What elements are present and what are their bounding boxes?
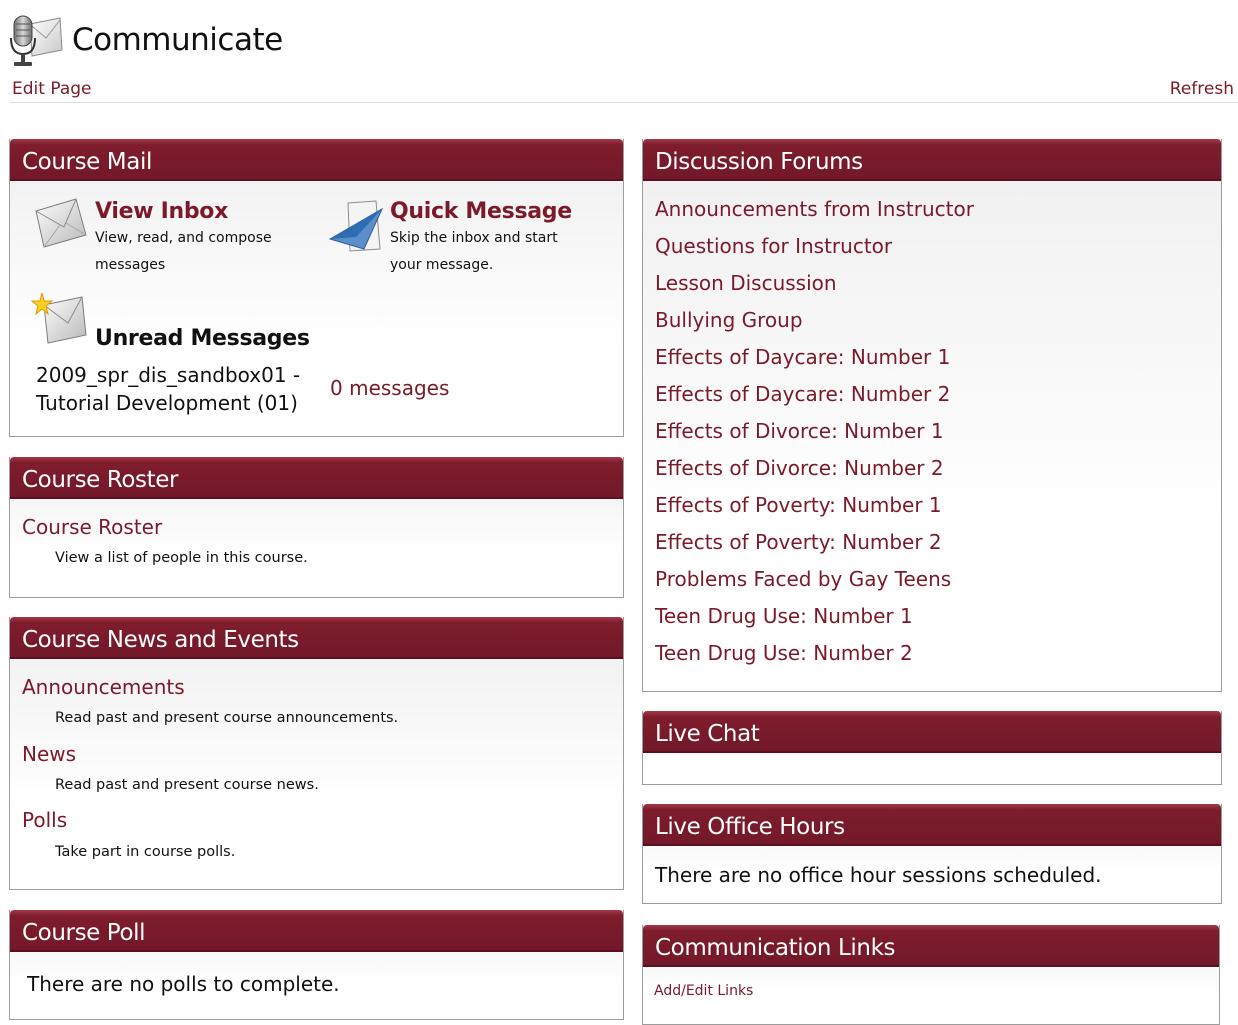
forum-link[interactable]: Effects of Daycare: Number 2 — [655, 382, 950, 406]
forum-link[interactable]: Questions for Instructor — [655, 234, 892, 258]
news-desc: Read past and present course news. — [55, 777, 319, 793]
course-mail-panel: Course Mail View Inbox View, read, and c… — [9, 139, 624, 437]
forum-link[interactable]: Lesson Discussion — [655, 271, 837, 295]
discussion-forums-panel: Discussion Forums Announcements from Ins… — [642, 139, 1222, 692]
course-roster-link[interactable]: Course Roster — [22, 515, 162, 539]
live-office-hours-title: Live Office Hours — [643, 804, 1221, 846]
course-news-title: Course News and Events — [10, 617, 623, 659]
new-mail-icon — [30, 292, 87, 344]
unread-messages-title: Unread Messages — [95, 326, 310, 351]
polls-desc: Take part in course polls. — [55, 844, 236, 860]
refresh-link[interactable]: Refresh — [1170, 79, 1234, 99]
announcements-desc: Read past and present course announcemen… — [55, 710, 399, 726]
quick-message-desc-2: your message. — [390, 257, 494, 273]
forum-link[interactable]: Problems Faced by Gay Teens — [655, 567, 951, 591]
office-hours-message: There are no office hour sessions schedu… — [655, 863, 1102, 887]
edit-page-link[interactable]: Edit Page — [12, 79, 91, 99]
communication-links-title: Communication Links — [643, 925, 1219, 967]
unread-count-link[interactable]: 0 messages — [330, 376, 449, 400]
view-inbox-link[interactable]: View Inbox — [95, 199, 228, 224]
microphone-icon — [10, 15, 63, 66]
envelope-icon[interactable] — [32, 195, 90, 255]
view-inbox-desc-2: messages — [95, 257, 166, 273]
forum-link[interactable]: Effects of Divorce: Number 2 — [655, 456, 944, 480]
polls-link[interactable]: Polls — [22, 808, 67, 832]
discussion-forums-title: Discussion Forums — [643, 139, 1221, 181]
announcements-link[interactable]: Announcements — [22, 675, 185, 699]
page-header: Communicate Edit Page Refresh — [0, 0, 1238, 104]
course-roster-desc: View a list of people in this course. — [55, 550, 308, 566]
forum-link[interactable]: Effects of Daycare: Number 1 — [655, 345, 950, 369]
forum-link[interactable]: Effects of Poverty: Number 1 — [655, 493, 942, 517]
forum-link[interactable]: Effects of Divorce: Number 1 — [655, 419, 944, 443]
course-roster-title: Course Roster — [10, 457, 623, 499]
course-name-line-1: 2009_spr_dis_sandbox01 - — [36, 363, 301, 387]
communication-links-panel: Communication Links Add/Edit Links — [642, 925, 1220, 1025]
course-poll-title: Course Poll — [10, 910, 623, 952]
forum-link[interactable]: Bullying Group — [655, 308, 803, 332]
course-poll-message: There are no polls to complete. — [27, 972, 340, 996]
course-mail-title: Course Mail — [10, 139, 623, 181]
forum-link[interactable]: Teen Drug Use: Number 1 — [655, 604, 913, 628]
forum-link[interactable]: Teen Drug Use: Number 2 — [655, 641, 913, 665]
news-link[interactable]: News — [22, 742, 76, 766]
page-title: Communicate — [72, 22, 283, 58]
quick-message-link[interactable]: Quick Message — [390, 199, 572, 224]
header-divider — [10, 102, 1238, 103]
forum-link[interactable]: Effects of Poverty: Number 2 — [655, 530, 942, 554]
quick-message-desc-1: Skip the inbox and start — [390, 230, 558, 246]
course-roster-panel: Course Roster Course Roster View a list … — [9, 457, 624, 598]
live-office-hours-panel: Live Office Hours There are no office ho… — [642, 804, 1222, 904]
paper-plane-icon[interactable] — [328, 197, 386, 257]
course-poll-panel: Course Poll There are no polls to comple… — [9, 910, 624, 1020]
add-edit-links-link[interactable]: Add/Edit Links — [654, 983, 753, 999]
course-news-panel: Course News and Events Announcements Rea… — [9, 617, 624, 890]
live-chat-title: Live Chat — [643, 711, 1221, 753]
course-name-line-2: Tutorial Development (01) — [36, 391, 298, 415]
live-chat-panel: Live Chat — [642, 711, 1222, 785]
forum-link[interactable]: Announcements from Instructor — [655, 197, 974, 221]
view-inbox-desc-1: View, read, and compose — [95, 230, 272, 246]
